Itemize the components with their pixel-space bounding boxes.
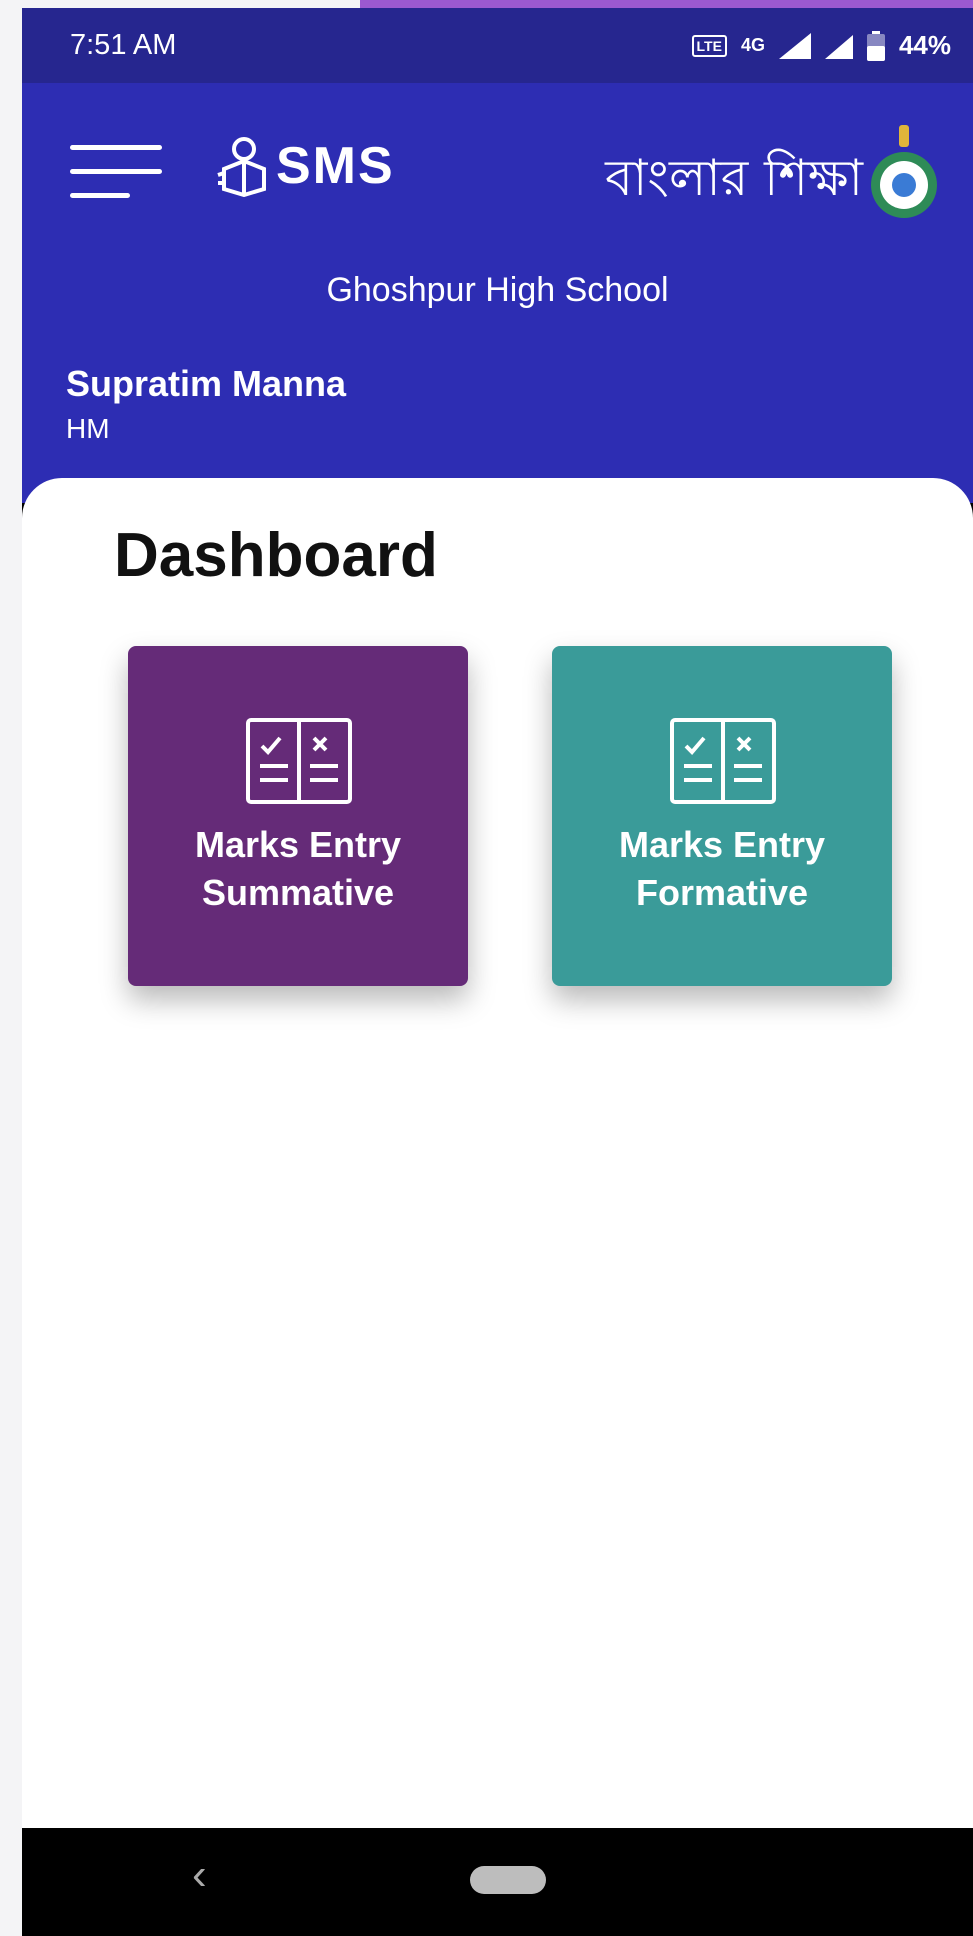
network-label: 4G xyxy=(740,35,765,55)
govt-emblem-icon xyxy=(871,125,937,218)
app-header: SMS বাংলার শিক্ষা Ghoshpur High School S… xyxy=(22,83,973,503)
system-nav-bar: ‹ xyxy=(22,1828,973,1936)
card-label-line2: Formative xyxy=(635,872,809,913)
marks-entry-summative-card[interactable]: Marks Entry Summative xyxy=(128,646,468,986)
status-time: 7:51 AM xyxy=(70,29,177,61)
hamburger-menu-icon[interactable] xyxy=(70,143,162,203)
status-bar: 7:51 AM LTE 4G 44% xyxy=(22,8,973,83)
top-accent-bar xyxy=(360,0,973,8)
back-icon[interactable]: ‹ xyxy=(192,1850,207,1900)
battery-percent: 44% xyxy=(898,30,951,60)
app-name: SMS xyxy=(276,137,395,195)
card-label: Marks Entry Summative xyxy=(128,821,468,917)
card-label-line1: Marks Entry xyxy=(618,824,826,865)
reader-logo-icon xyxy=(217,137,266,197)
card-label-line2: Summative xyxy=(201,872,395,913)
user-name: Supratim Manna xyxy=(66,363,347,404)
card-label: Marks Entry Formative xyxy=(552,821,892,917)
card-label-line1: Marks Entry xyxy=(194,824,402,865)
status-icons: LTE 4G 44% xyxy=(691,30,951,61)
phone-screen: 7:51 AM LTE 4G 44% SMS বাংলার শিক্ষা Gho… xyxy=(22,8,973,1936)
home-pill-button[interactable] xyxy=(470,1866,546,1894)
school-name: Ghoshpur High School xyxy=(326,271,669,309)
page-title: Dashboard xyxy=(114,521,438,590)
battery-icon xyxy=(866,30,885,61)
dashboard-content: Dashboard Marks Entry Summative Marks En… xyxy=(22,478,973,1828)
book-check-icon xyxy=(670,718,776,804)
volte-icon: LTE xyxy=(691,34,727,57)
marks-entry-formative-card[interactable]: Marks Entry Formative xyxy=(552,646,892,986)
brand-bangla-text: বাংলার শিক্ষা xyxy=(605,149,863,207)
user-role: HM xyxy=(66,413,110,444)
book-check-icon xyxy=(246,718,352,804)
app-logo: SMS xyxy=(214,135,395,197)
signal-icon xyxy=(778,32,811,59)
signal-icon xyxy=(824,34,853,59)
